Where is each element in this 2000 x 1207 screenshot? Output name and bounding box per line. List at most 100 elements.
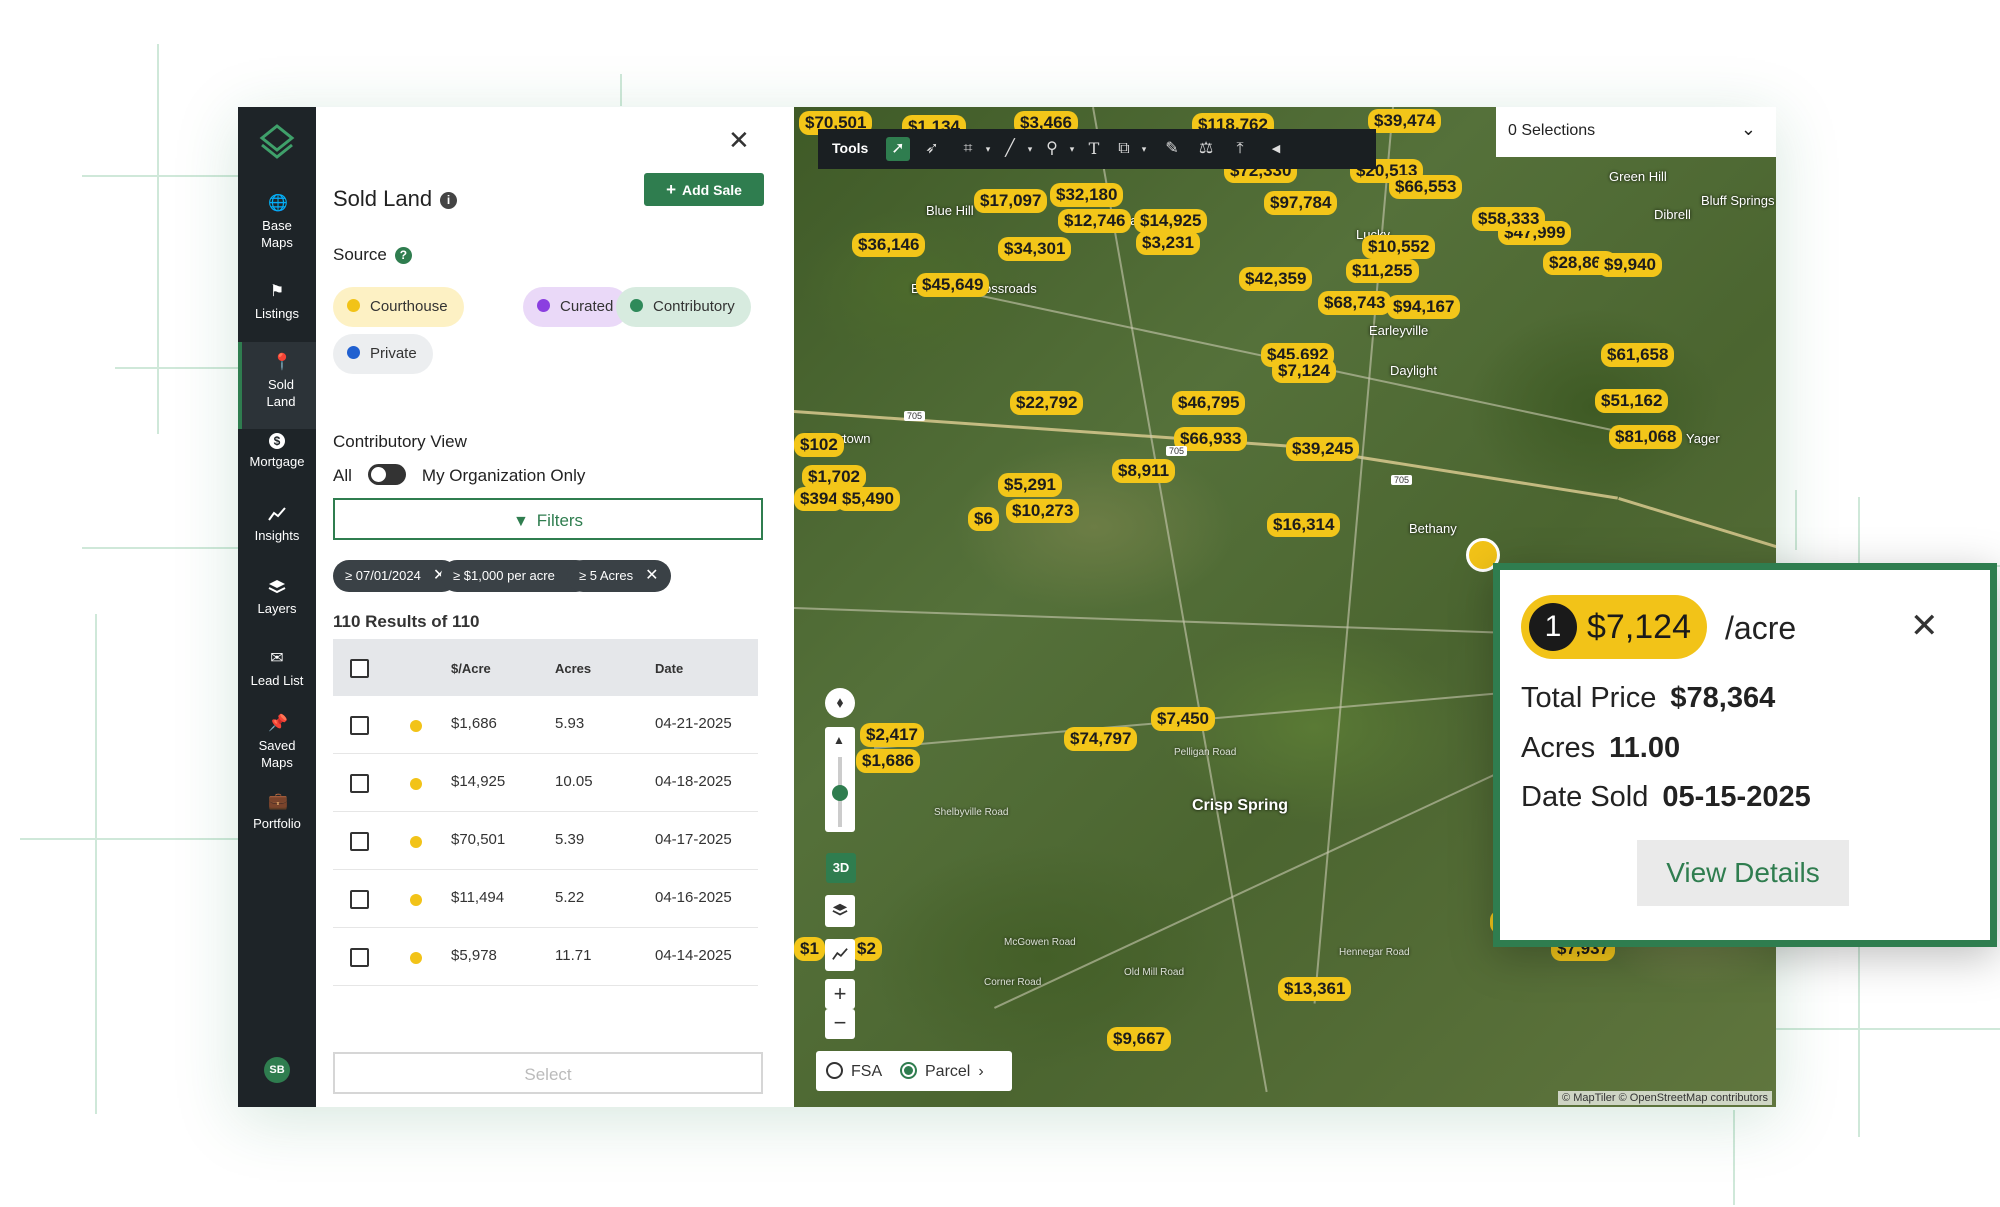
3d-toggle-button[interactable]: 3D	[826, 853, 856, 883]
price-label[interactable]: $46,795	[1172, 391, 1246, 415]
price-label[interactable]: $51,162	[1595, 389, 1669, 413]
price-label[interactable]: $12,746	[1058, 209, 1132, 233]
price-label[interactable]: $16,314	[1267, 513, 1341, 537]
measure-tool-icon[interactable]: ⚖	[1194, 137, 1218, 161]
fsa-option[interactable]: FSA	[826, 1062, 882, 1081]
table-row[interactable]: $1,686 5.93 04-21-2025	[333, 696, 758, 754]
price-label[interactable]: $42,359	[1239, 267, 1313, 291]
price-label[interactable]: $22,792	[1010, 391, 1084, 415]
price-label[interactable]: $61,658	[1601, 343, 1675, 367]
price-label[interactable]: $68,743	[1318, 291, 1392, 315]
nav-item-lead-list[interactable]: ✉ Lead List	[238, 642, 316, 705]
price-label[interactable]: $102	[794, 433, 844, 457]
row-checkbox[interactable]	[350, 716, 369, 735]
table-row[interactable]: $11,494 5.22 04-16-2025	[333, 870, 758, 928]
price-label[interactable]: $9,667	[1107, 1027, 1171, 1051]
price-label[interactable]: $58,333	[1472, 207, 1546, 231]
nav-item-layers[interactable]: Layers	[238, 570, 316, 633]
table-row[interactable]: $5,978 11.71 04-14-2025	[333, 928, 758, 986]
upload-tool-icon[interactable]: ⤒	[1228, 137, 1252, 161]
price-label[interactable]: $66,553	[1389, 175, 1463, 199]
price-label[interactable]: $6	[968, 507, 999, 531]
chevron-down-icon[interactable]: ▾	[1060, 137, 1084, 161]
price-label[interactable]: $97,784	[1264, 191, 1338, 215]
collapse-toolbar-icon[interactable]: ◀	[1264, 137, 1288, 161]
price-label[interactable]: $94,167	[1387, 295, 1461, 319]
price-label[interactable]: $5,291	[998, 473, 1062, 497]
selections-dropdown[interactable]: 0 Selections ⌄	[1496, 107, 1776, 157]
row-checkbox[interactable]	[350, 890, 369, 909]
nav-item-mortgage[interactable]: $ Mortgage	[238, 425, 316, 488]
price-label[interactable]: $39,474	[1368, 109, 1442, 133]
organization-toggle[interactable]	[367, 464, 406, 485]
nav-item-base-maps[interactable]: 🌐 Base Maps	[238, 189, 316, 265]
compass-button[interactable]: ⬧	[825, 688, 855, 718]
price-label[interactable]: $14,925	[1134, 209, 1208, 233]
price-label[interactable]: $7,124	[1272, 359, 1336, 383]
row-checkbox[interactable]	[350, 774, 369, 793]
table-row[interactable]: $14,925 10.05 04-18-2025	[333, 754, 758, 812]
chevron-down-icon[interactable]: ▾	[976, 137, 1000, 161]
nav-item-saved-maps[interactable]: 📌 Saved Maps	[238, 707, 316, 785]
fsa-radio[interactable]	[826, 1062, 843, 1079]
price-label[interactable]: $32,180	[1050, 183, 1124, 207]
text-tool-icon[interactable]: T	[1082, 137, 1106, 161]
select-all-checkbox[interactable]	[350, 659, 369, 678]
price-label[interactable]: $5,490	[836, 487, 900, 511]
row-checkbox[interactable]	[350, 832, 369, 851]
filter-chip-date[interactable]: ≥ 07/01/2024 ✕	[333, 560, 459, 592]
price-label[interactable]: $45,649	[916, 273, 990, 297]
price-label[interactable]: $1	[794, 937, 825, 961]
column-header[interactable]: Acres	[555, 661, 591, 676]
price-label[interactable]: $2	[851, 937, 882, 961]
info-icon[interactable]: i	[440, 192, 458, 209]
close-panel-icon[interactable]: ✕	[728, 125, 750, 156]
price-label[interactable]: $2,417	[860, 723, 924, 747]
close-popup-icon[interactable]: ✕	[1910, 606, 1939, 646]
price-label[interactable]: $8,911	[1112, 459, 1176, 483]
zoom-in-button[interactable]: +	[825, 979, 855, 1009]
parcel-option[interactable]: Parcel ›	[900, 1062, 984, 1081]
price-label[interactable]: $36,146	[852, 233, 926, 257]
price-label[interactable]: $1,686	[856, 749, 920, 773]
parcel-radio[interactable]	[900, 1062, 917, 1079]
remove-filter-icon[interactable]: ✕	[645, 567, 658, 584]
filters-button[interactable]: ▼ Filters	[333, 498, 763, 540]
nav-item-insights[interactable]: Insights	[238, 497, 316, 560]
zoom-slider-handle[interactable]	[832, 785, 848, 801]
nav-item-listings[interactable]: ⚑ Listings	[238, 277, 316, 338]
zoom-out-button[interactable]: −	[825, 1009, 855, 1039]
price-label[interactable]: $7,450	[1151, 707, 1215, 731]
chevron-down-icon[interactable]: ▾	[1132, 137, 1156, 161]
price-label[interactable]: $9,940	[1598, 253, 1662, 277]
price-label[interactable]: $39,245	[1286, 437, 1360, 461]
price-label[interactable]: $34,301	[998, 237, 1072, 261]
table-row[interactable]: $70,501 5.39 04-17-2025	[333, 812, 758, 870]
price-label[interactable]: $11,255	[1346, 259, 1419, 283]
source-chip-courthouse[interactable]: Courthouse	[333, 287, 464, 327]
price-label[interactable]: $74,797	[1064, 727, 1138, 751]
price-label[interactable]: $10,273	[1006, 499, 1080, 523]
source-chip-contributory[interactable]: Contributory	[616, 287, 751, 327]
add-point-tool-icon[interactable]: ➶	[920, 137, 944, 161]
column-header[interactable]: Date	[655, 661, 683, 676]
select-cursor-tool-icon[interactable]: ➚	[886, 137, 910, 161]
price-label[interactable]: $1,702	[802, 465, 866, 489]
nav-item-portfolio[interactable]: 💼 Portfolio	[238, 785, 316, 848]
nav-item-sold-land[interactable]: 📍 Sold Land	[238, 342, 320, 429]
price-label[interactable]: $17,097	[974, 189, 1048, 213]
chevron-down-icon[interactable]: ▾	[1018, 137, 1042, 161]
price-label[interactable]: $13,361	[1278, 977, 1352, 1001]
view-details-button[interactable]: View Details	[1637, 840, 1849, 906]
row-checkbox[interactable]	[350, 948, 369, 967]
source-chip-curated[interactable]: Curated	[523, 287, 630, 327]
insights-button[interactable]	[825, 939, 855, 971]
source-chip-private[interactable]: Private	[333, 334, 433, 374]
select-button[interactable]: Select	[333, 1052, 763, 1094]
help-icon[interactable]: ?	[394, 247, 412, 264]
price-label[interactable]: $3,231	[1136, 231, 1200, 255]
filter-chip-acres[interactable]: ≥ 5 Acres ✕	[567, 560, 671, 592]
eraser-tool-icon[interactable]: ✎	[1160, 137, 1184, 161]
price-label[interactable]: $81,068	[1609, 425, 1683, 449]
user-avatar[interactable]: SB	[264, 1057, 290, 1083]
